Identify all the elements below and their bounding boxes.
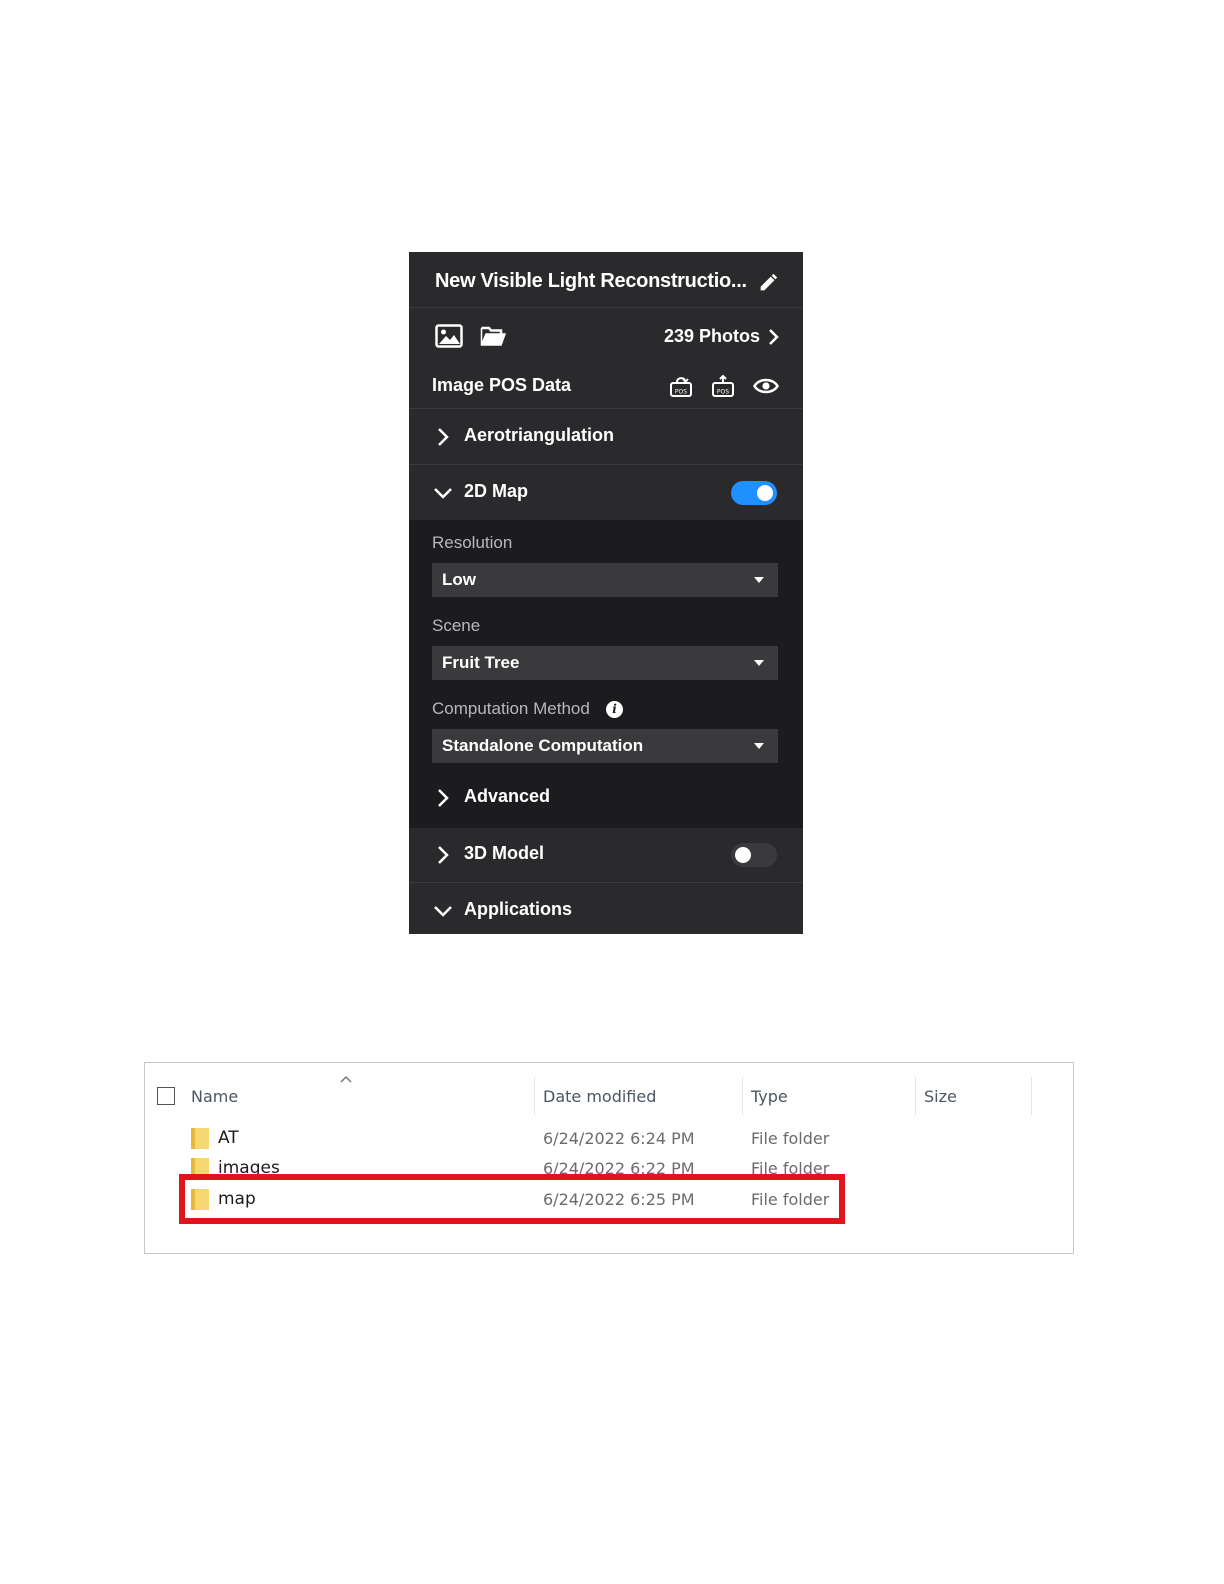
scene-label: Scene [432,616,481,635]
section-aerotriangulation-label: Aerotriangulation [464,425,615,445]
scene-value: Fruit Tree [442,653,520,672]
file-type: File folder [751,1190,830,1209]
pos-import-icon-text: POS [675,389,687,396]
caret-down-icon [754,577,764,583]
section-applications-label: Applications [464,899,573,919]
file-date: 6/24/2022 6:22 PM [543,1159,695,1175]
toggle-knob [757,485,773,501]
chevron-right-icon [438,789,449,807]
chevron-down-icon [434,906,452,917]
folder-icon [191,1189,209,1210]
computation-method-value: Standalone Computation [442,736,644,755]
scene-select[interactable]: Fruit Tree [432,646,778,680]
column-header-size[interactable]: Size [924,1087,957,1106]
caret-down-icon [754,660,764,666]
image-pos-label: Image POS Data [432,375,572,395]
pos-import-icon[interactable]: POS [669,374,693,398]
select-all-checkbox[interactable] [157,1087,175,1105]
column-divider[interactable] [915,1077,916,1115]
section-2d-map-label: 2D Map [464,481,529,501]
file-row-images-clip: images 6/24/2022 6:22 PM File folder [185,1147,985,1175]
file-explorer: Name Date modified Type Size AT 6/24/202… [144,1062,1074,1254]
image-pos-row: Image POS Data POS POS [409,362,803,409]
column-header-type[interactable]: Type [751,1087,788,1106]
column-divider[interactable] [534,1077,535,1115]
file-row-map[interactable]: map 6/24/2022 6:25 PM File folder [185,1186,985,1214]
info-icon[interactable]: i [606,701,623,718]
toggle-knob [735,847,751,863]
section-aerotriangulation[interactable]: Aerotriangulation [409,409,803,465]
sort-ascending-icon [340,1075,352,1083]
file-name: images [218,1158,280,1175]
computation-method-label: Computation Method [432,699,590,718]
chevron-right-icon [769,328,779,345]
task-title: New Visible Light Reconstructio... [435,270,747,292]
chevron-right-icon [438,428,449,446]
chevron-right-icon [438,846,449,864]
file-row-images[interactable]: images 6/24/2022 6:22 PM File folder [185,1155,985,1175]
chevron-down-icon [434,488,452,499]
resolution-value: Low [442,570,476,589]
section-3d-model[interactable]: 3D Model [409,827,803,883]
file-date: 6/24/2022 6:25 PM [543,1190,695,1209]
photos-row: 239 Photos [409,312,803,358]
photos-count-link[interactable]: 239 Photos [664,326,780,347]
column-header-date[interactable]: Date modified [543,1087,656,1106]
advanced-label: Advanced [464,786,551,806]
advanced-expander[interactable]: Advanced [409,776,803,820]
file-name: AT [218,1128,239,1148]
section-applications[interactable]: Applications [409,883,803,934]
pos-export-icon-text: POS [717,389,729,396]
folder-open-icon[interactable] [480,325,506,347]
file-date: 6/24/2022 6:24 PM [543,1129,695,1148]
edit-pencil-icon[interactable] [757,272,779,294]
reconstruction-panel: New Visible Light Reconstructio... 239 P… [409,252,803,934]
caret-down-icon [754,743,764,749]
panel-header: New Visible Light Reconstructio... [409,252,803,308]
computation-method-select[interactable]: Standalone Computation [432,729,778,763]
file-type: File folder [751,1159,830,1175]
section-2d-map[interactable]: 2D Map [409,465,803,521]
resolution-select[interactable]: Low [432,563,778,597]
pos-export-icon[interactable]: POS [711,374,735,398]
eye-icon[interactable] [753,376,779,396]
folder-icon [191,1158,209,1175]
column-header-name[interactable]: Name [191,1087,238,1106]
section-3d-model-label: 3D Model [464,843,545,863]
image-gallery-icon[interactable] [435,324,463,348]
resolution-label: Resolution [432,533,513,552]
photos-count-label: 239 Photos [664,326,761,346]
column-divider[interactable] [742,1077,743,1115]
file-name: map [218,1189,256,1209]
folder-icon [191,1128,209,1149]
2d-map-toggle[interactable] [731,481,777,505]
file-type: File folder [751,1129,830,1148]
3d-model-toggle[interactable] [731,843,777,867]
column-divider[interactable] [1031,1077,1032,1115]
